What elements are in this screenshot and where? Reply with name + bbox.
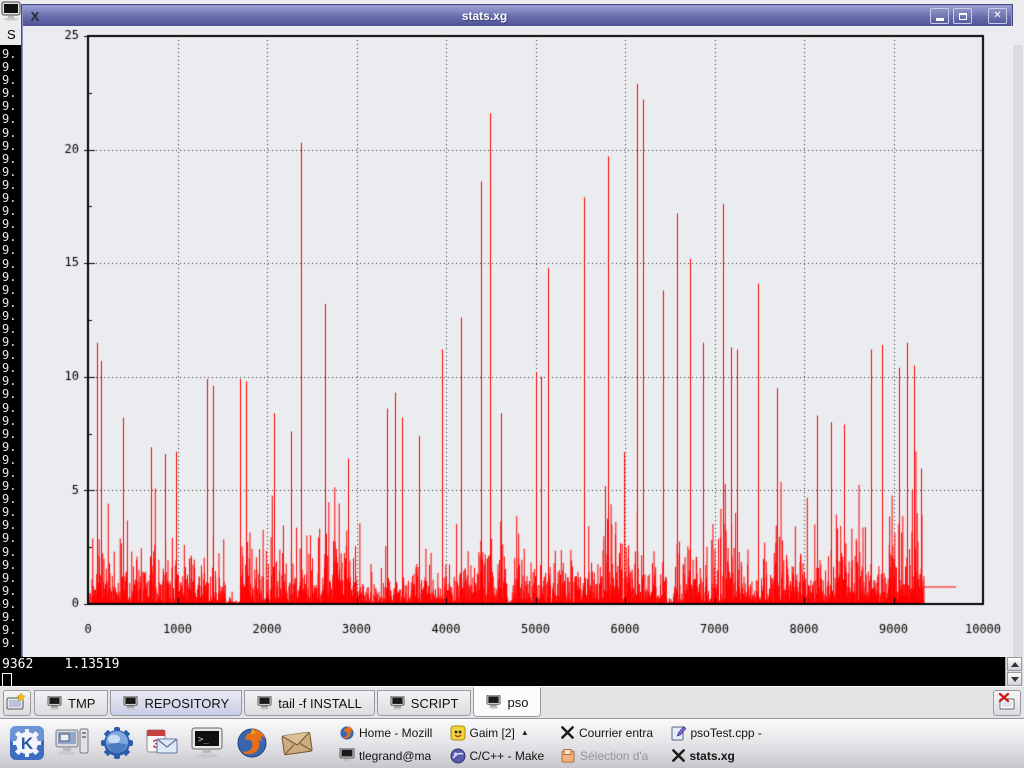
taskbar-item-label: Gaim [2] — [470, 726, 515, 740]
menu-session[interactable]: S — [7, 27, 16, 42]
launcher-firefox-icon[interactable] — [233, 723, 271, 763]
terminal-tab-icon — [486, 695, 501, 709]
firefox-icon — [235, 726, 269, 760]
session-tab-label: tail -f INSTALL — [278, 696, 362, 711]
taskbar: Home - Mozill Gaim [2] ▲ Courrier entra psoT… — [336, 721, 778, 767]
new-session-icon — [6, 692, 28, 715]
x-app-mini-icon — [560, 725, 575, 740]
taskbar-item-label: C/C++ - Make — [470, 749, 545, 763]
svg-text:>_: >_ — [198, 735, 209, 745]
close-icon: ✕ — [993, 11, 1001, 21]
taskbar-item-home-mozill[interactable]: Home - Mozill — [336, 721, 447, 744]
close-session-button[interactable] — [993, 690, 1021, 716]
new-session-button[interactable] — [3, 690, 31, 716]
maximize-icon — [959, 13, 967, 20]
konsole-tabbar: TMP REPOSITORY tail -f INSTALL SCRIPT pso — [0, 686, 1024, 718]
taskbar-item-label: psoTest.cpp - — [691, 726, 762, 740]
konqueror-icon — [100, 726, 134, 760]
close-button[interactable]: ✕ — [988, 8, 1007, 24]
terminal-cursor — [2, 673, 12, 687]
terminal-tab-icon — [123, 696, 138, 710]
firefox-mini-icon — [339, 725, 355, 741]
taskbar-item-label: Courrier entra — [579, 726, 653, 740]
kicker-panel: K 3 >_ Home - Mozill Gaim [2] ▲ Courrier entr… — [0, 718, 1024, 768]
taskbar-item-label: Sélection d'a — [580, 749, 648, 763]
session-tab-label: REPOSITORY — [144, 696, 229, 711]
terminal-tab-icon — [47, 696, 62, 710]
session-tab-pso[interactable]: pso — [473, 687, 541, 717]
taskbar-item-psotest-cpp-[interactable]: psoTest.cpp - — [668, 721, 779, 744]
desktop-screen: S 9. 9. 9. 9. 9. 9. 9. 9. 9. 9. 9. 9. 9.… — [0, 0, 1024, 768]
x11-app-icon: X — [27, 10, 43, 23]
taskbar-item-label: Home - Mozill — [359, 726, 432, 740]
session-tab-tail-f-install[interactable]: tail -f INSTALL — [244, 690, 375, 716]
kmenu-icon: K — [9, 725, 45, 761]
terminal-tab-icon — [390, 696, 405, 710]
session-tab-label: pso — [507, 695, 528, 710]
launcher-kontact-icon[interactable]: 3 — [143, 723, 181, 763]
kmail-icon — [280, 726, 314, 760]
session-tab-tmp[interactable]: TMP — [34, 690, 108, 716]
taskbar-item-stats-xg[interactable]: stats.xg — [668, 744, 779, 767]
session-tabs: TMP REPOSITORY tail -f INSTALL SCRIPT pso — [34, 687, 543, 719]
launcher-system-icon[interactable] — [53, 723, 91, 763]
session-tab-script[interactable]: SCRIPT — [377, 690, 472, 716]
editor-mini-icon — [671, 725, 687, 741]
taskbar-item-tlegrand-ma[interactable]: tlegrand@ma — [336, 744, 447, 767]
terminal-status-line: 9362 1.13519 — [2, 657, 119, 672]
window-title: stats.xg — [43, 9, 926, 23]
maximize-button[interactable] — [953, 8, 972, 24]
terminal-tab-icon — [257, 696, 272, 710]
minimize-icon — [936, 18, 944, 21]
launcher-kmail-icon[interactable] — [278, 723, 316, 763]
taskbar-item-c-c-make[interactable]: C/C++ - Make — [447, 744, 558, 767]
plot-area — [23, 26, 1013, 657]
session-tab-repository[interactable]: REPOSITORY — [110, 690, 242, 716]
x-app-mini-icon — [671, 748, 686, 763]
taskbar-item-gaim-2-[interactable]: Gaim [2] ▲ — [447, 721, 558, 744]
selection-mini-icon — [560, 748, 576, 764]
taskbar-item-label: tlegrand@ma — [359, 749, 431, 763]
konsole-icon: >_ — [190, 726, 224, 760]
scrollbar-down-button[interactable] — [1007, 672, 1022, 686]
taskbar-item-s-lection-d-a[interactable]: Sélection d'a — [557, 744, 668, 767]
launcher-konsole-icon[interactable]: >_ — [188, 723, 226, 763]
terminal-mini-icon — [339, 748, 355, 763]
stats-window: X stats.xg ✕ — [21, 4, 1013, 657]
close-session-icon — [997, 692, 1017, 715]
taskbar-item-courrier-entra[interactable]: Courrier entra — [557, 721, 668, 744]
konsole-titlebar-icon — [1, 1, 21, 21]
stats-titlebar[interactable]: X stats.xg ✕ — [23, 6, 1011, 26]
minimize-button[interactable] — [930, 8, 949, 24]
group-expand-arrow-icon[interactable]: ▲ — [521, 728, 529, 737]
launcher-konqueror-icon[interactable] — [98, 723, 136, 763]
eclipse-mini-icon — [450, 748, 466, 764]
scrollbar-up-button[interactable] — [1007, 657, 1022, 671]
gaim-mini-icon — [450, 725, 466, 741]
kontact-icon: 3 — [145, 726, 179, 760]
quick-launch-area: K 3 >_ — [8, 723, 316, 763]
xgraph-chart-canvas — [23, 26, 1013, 657]
system-icon — [55, 726, 89, 760]
arrow-down-icon — [1011, 677, 1019, 682]
session-tab-label: TMP — [68, 696, 95, 711]
session-tab-label: SCRIPT — [411, 696, 459, 711]
launcher-kmenu-icon[interactable]: K — [8, 723, 46, 763]
svg-text:K: K — [21, 734, 34, 753]
taskbar-item-label: stats.xg — [690, 749, 735, 763]
arrow-up-icon — [1011, 662, 1019, 667]
